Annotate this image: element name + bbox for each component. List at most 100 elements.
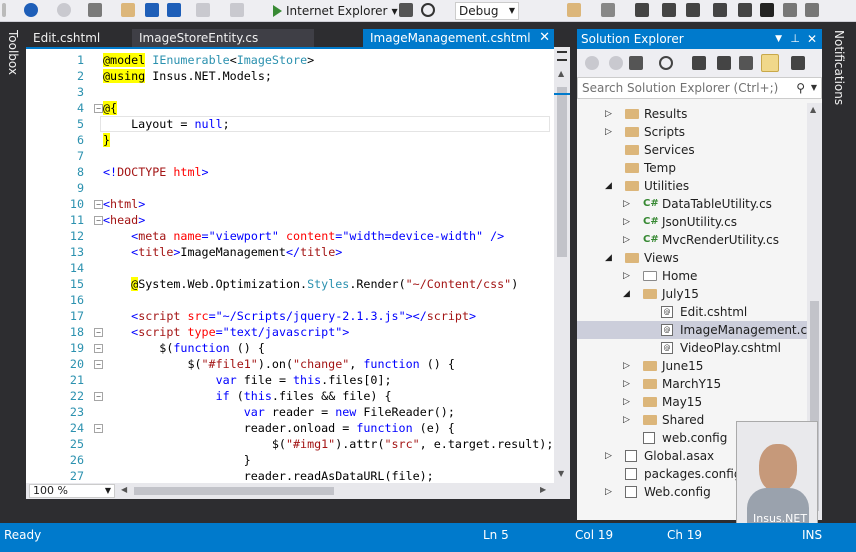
next-bookmark-icon[interactable] — [805, 3, 819, 17]
tree-item[interactable]: @ VideoPlay.cshtml — [577, 339, 807, 357]
close-icon[interactable]: ✕ — [807, 29, 817, 49]
horizontal-scroll-thumb[interactable] — [134, 487, 334, 495]
forward-icon[interactable] — [57, 3, 71, 17]
collapse-region-icon[interactable]: − — [94, 424, 103, 433]
collapse-region-icon[interactable]: − — [94, 344, 103, 353]
expand-arrow-icon[interactable]: ▷ — [605, 105, 612, 123]
code-line[interactable]: 3 — [26, 84, 554, 100]
indent-icon[interactable] — [662, 3, 676, 17]
tab-edit-cshtml[interactable]: Edit.cshtml — [26, 29, 128, 47]
code-line[interactable]: 17 <script src="~/Scripts/jquery-2.1.3.j… — [26, 308, 554, 324]
tree-item[interactable]: ▷ Scripts — [577, 123, 807, 141]
comment-icon[interactable] — [713, 3, 727, 17]
code-line[interactable]: 19 − $(function () { — [26, 340, 554, 356]
pending-changes-icon[interactable] — [659, 56, 673, 70]
expand-arrow-icon[interactable]: ▷ — [623, 267, 630, 285]
refresh-icon[interactable] — [421, 3, 435, 17]
code-line[interactable]: 4 − @{ — [26, 100, 554, 116]
collapse-region-icon[interactable]: − — [94, 360, 103, 369]
tree-item[interactable]: ▷ Results — [577, 105, 807, 123]
collapse-region-icon[interactable]: − — [94, 200, 103, 209]
toolbox-tab[interactable]: Toolbox — [6, 30, 20, 75]
new-project-icon[interactable] — [88, 3, 102, 17]
notifications-tab[interactable]: Notifications — [832, 30, 846, 105]
expand-arrow-icon[interactable]: ▷ — [623, 195, 630, 213]
save-icon[interactable] — [145, 3, 159, 17]
scroll-left-icon[interactable]: ◀ — [121, 485, 127, 494]
expand-arrow-icon[interactable]: ▷ — [623, 231, 630, 249]
undo-icon[interactable] — [196, 3, 210, 17]
redo-icon[interactable] — [230, 3, 244, 17]
outdent-icon[interactable] — [686, 3, 700, 17]
expand-arrow-icon[interactable]: ▷ — [623, 393, 630, 411]
refresh-icon[interactable] — [717, 56, 731, 70]
solution-search-input[interactable]: Search Solution Explorer (Ctrl+;) ⚲ ▼ — [577, 77, 822, 99]
code-line[interactable]: 26 } — [26, 452, 554, 468]
tab-imagemanagement-cshtml[interactable]: ImageManagement.cshtml ✕ — [363, 29, 554, 47]
back-icon[interactable] — [24, 3, 38, 17]
expand-arrow-icon[interactable]: ▷ — [605, 447, 612, 465]
code-line[interactable]: 10 − <html> — [26, 196, 554, 212]
show-all-files-icon[interactable] — [761, 54, 779, 72]
tree-item[interactable]: ▷ C# DataTableUtility.cs — [577, 195, 807, 213]
home-icon[interactable] — [629, 56, 643, 70]
save-all-icon[interactable] — [167, 3, 181, 17]
scroll-up-icon[interactable]: ▲ — [558, 69, 564, 78]
prev-bookmark-icon[interactable] — [783, 3, 797, 17]
expand-arrow-icon[interactable]: ▷ — [623, 411, 630, 429]
expand-arrow-icon[interactable]: ▷ — [623, 357, 630, 375]
expand-arrow-icon[interactable]: ▷ — [623, 213, 630, 231]
editor-vertical-scrollbar[interactable]: ▲ ▼ — [554, 47, 570, 483]
scroll-up-icon[interactable]: ▲ — [810, 105, 816, 114]
tree-item[interactable]: ▷ Home — [577, 267, 807, 285]
scroll-down-icon[interactable]: ▼ — [558, 469, 564, 478]
start-debugging-button[interactable]: Internet Explorer ▼ — [273, 0, 398, 22]
collapse-arrow-icon[interactable]: ◢ — [605, 249, 612, 267]
tree-item[interactable]: ▷ May15 — [577, 393, 807, 411]
collapse-all-icon[interactable] — [739, 56, 753, 70]
code-line[interactable]: 1 @model IEnumerable<ImageStore> — [26, 52, 554, 68]
collapse-region-icon[interactable]: − — [94, 392, 103, 401]
code-line[interactable]: 18 − <script type="text/javascript"> — [26, 324, 554, 340]
open-folder-icon[interactable] — [121, 3, 135, 17]
tree-item[interactable]: ◢ July15 — [577, 285, 807, 303]
tree-item[interactable]: ◢ Utilities — [577, 177, 807, 195]
code-line[interactable]: 20 − $("#file1").on("change", function ()… — [26, 356, 554, 372]
code-line[interactable]: 22 − if (this.files && file) { — [26, 388, 554, 404]
collapse-region-icon[interactable]: − — [94, 216, 103, 225]
code-line[interactable]: 2 @using Insus.NET.Models; — [26, 68, 554, 84]
close-icon[interactable]: ✕ — [539, 29, 550, 47]
tree-item[interactable]: @ ImageManagement.cshtml — [577, 321, 807, 339]
collapse-arrow-icon[interactable]: ◢ — [623, 285, 630, 303]
code-line[interactable]: 6} — [26, 132, 554, 148]
scroll-right-icon[interactable]: ▶ — [540, 485, 546, 494]
code-line[interactable]: 13 <title>ImageManagement</title> — [26, 244, 554, 260]
code-line[interactable]: 12 <meta name="viewport" content="width=… — [26, 228, 554, 244]
tree-item[interactable]: Temp — [577, 159, 807, 177]
browser-link-icon[interactable] — [399, 3, 413, 17]
forward-icon[interactable] — [609, 56, 623, 70]
code-line[interactable]: 9 — [26, 180, 554, 196]
panel-menu-icon[interactable]: ▼ — [775, 29, 782, 49]
code-line[interactable]: 16 — [26, 292, 554, 308]
uncomment-icon[interactable] — [738, 3, 752, 17]
expand-arrow-icon[interactable]: ▷ — [623, 375, 630, 393]
back-icon[interactable] — [585, 56, 599, 70]
solution-configuration-select[interactable]: Debug ▼ — [455, 2, 519, 20]
tree-item[interactable]: ▷ MarchY15 — [577, 375, 807, 393]
search-icon[interactable]: ⚲ — [796, 78, 805, 98]
tree-item[interactable]: ▷ C# JsonUtility.cs — [577, 213, 807, 231]
tree-item[interactable]: ◢ Views — [577, 249, 807, 267]
split-handle-icon[interactable] — [557, 51, 567, 61]
code-line[interactable]: 5 Layout = null; — [26, 116, 554, 132]
collapse-region-icon[interactable]: − — [94, 328, 103, 337]
code-line[interactable]: 7 — [26, 148, 554, 164]
code-line[interactable]: 11 − <head> — [26, 212, 554, 228]
expand-arrow-icon[interactable]: ▷ — [605, 123, 612, 141]
expand-arrow-icon[interactable]: ▷ — [605, 483, 612, 501]
code-line[interactable]: 15 @System.Web.Optimization.Styles.Rende… — [26, 276, 554, 292]
tree-item[interactable]: ▷ C# MvcRenderUtility.cs — [577, 231, 807, 249]
scroll-thumb[interactable] — [557, 87, 567, 257]
code-line[interactable]: 25 $("#img1").attr("src", e.target.resul… — [26, 436, 554, 452]
tree-item[interactable]: ▷ June15 — [577, 357, 807, 375]
